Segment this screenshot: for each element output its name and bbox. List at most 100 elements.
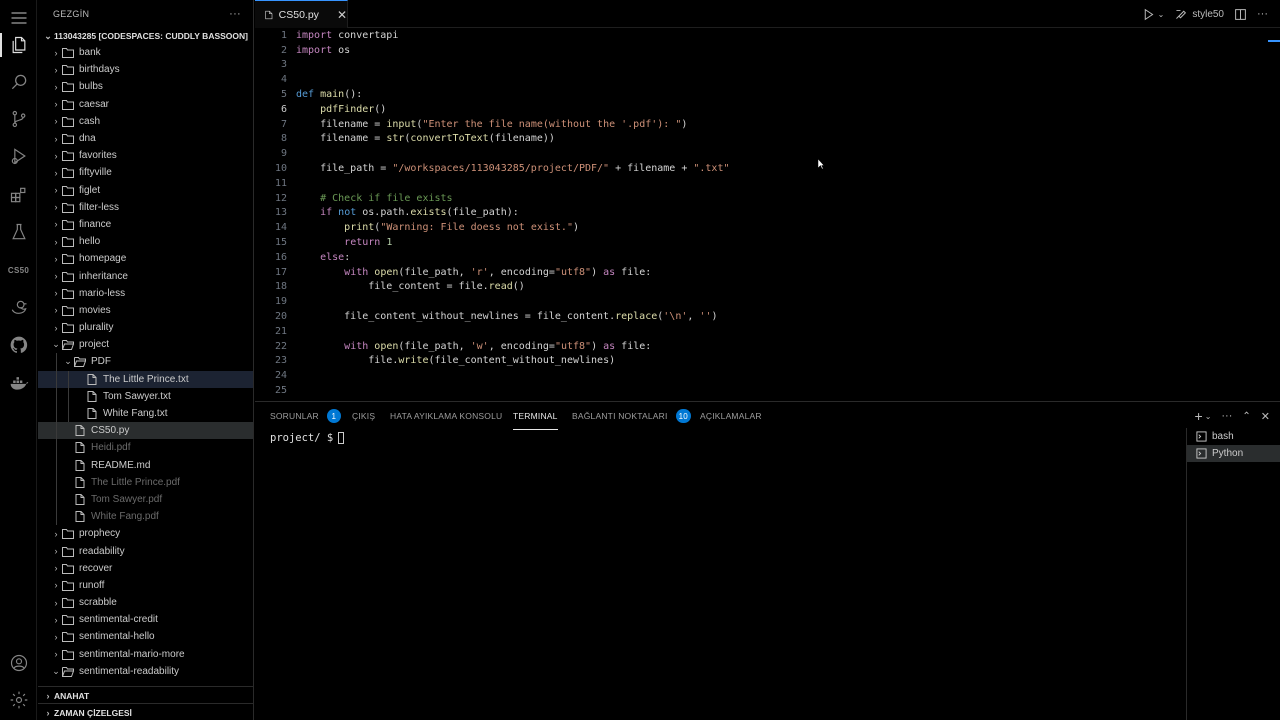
- folder-item[interactable]: › inheritance: [38, 267, 253, 284]
- code-text: pdfFinder(): [320, 103, 387, 115]
- chevron-right-icon: ›: [54, 236, 58, 247]
- folder-icon: [62, 185, 74, 196]
- github-icon[interactable]: [0, 327, 37, 363]
- chevron-down-icon[interactable]: ⌄: [1158, 10, 1165, 19]
- folder-item[interactable]: › recover: [38, 560, 253, 577]
- code-line: 21: [255, 324, 1255, 339]
- folder-item[interactable]: › plurality: [38, 319, 253, 336]
- folder-item[interactable]: › sentimental-credit: [38, 611, 253, 628]
- file-item[interactable]: CS50.py: [38, 422, 253, 440]
- line-number: 3: [280, 59, 287, 71]
- folder-item[interactable]: › figlet: [38, 182, 253, 199]
- workspace-header[interactable]: ⌄ 113043285 [CODESPACES: CUDDLY BASSOON]: [38, 28, 253, 44]
- line-number: 14: [274, 222, 287, 234]
- folder-item[interactable]: › filter-less: [38, 199, 253, 216]
- folder-item[interactable]: › mario-less: [38, 285, 253, 302]
- folder-icon: [62, 288, 74, 299]
- settings-icon[interactable]: [0, 682, 37, 718]
- outline-header[interactable]: › ANAHAT: [38, 687, 253, 704]
- tab-terminal[interactable]: TERMINAL: [513, 402, 558, 430]
- chevron-down-icon[interactable]: ⌄: [1205, 412, 1212, 421]
- indent-guide: [56, 370, 57, 388]
- chevron-right-icon: ›: [54, 99, 58, 110]
- run-icon[interactable]: [1142, 8, 1155, 21]
- tab-problems[interactable]: SORUNLAR 1: [270, 402, 341, 430]
- code-editor[interactable]: 1 import convertapi 2 import os 3 4 5 def main(…: [255, 28, 1280, 400]
- explorer-icon[interactable]: [0, 27, 37, 63]
- folder-item[interactable]: › prophecy: [38, 525, 253, 542]
- new-terminal-icon[interactable]: +: [1195, 408, 1203, 424]
- cs50-icon[interactable]: CS50: [0, 252, 37, 288]
- folder-item[interactable]: › caesar: [38, 96, 253, 113]
- folder-item[interactable]: › birthdays: [38, 61, 253, 78]
- split-editor-icon[interactable]: [1234, 8, 1247, 21]
- line-number: 22: [274, 340, 287, 352]
- close-panel-icon[interactable]: ✕: [1261, 410, 1270, 423]
- line-number: 12: [274, 192, 287, 204]
- folder-item[interactable]: › fiftyville: [38, 164, 253, 181]
- file-item[interactable]: README.md: [38, 456, 253, 474]
- chevron-right-icon: ›: [54, 322, 58, 333]
- folder-item[interactable]: › readability: [38, 542, 253, 559]
- folder-item[interactable]: › bulbs: [38, 78, 253, 95]
- file-item[interactable]: Tom Sawyer.txt: [38, 387, 253, 405]
- folder-item[interactable]: › cash: [38, 113, 253, 130]
- run-debug-icon[interactable]: [0, 138, 37, 174]
- tab-comments[interactable]: AÇIKLAMALAR: [700, 402, 762, 430]
- folder-item[interactable]: › scrabble: [38, 594, 253, 611]
- source-control-icon[interactable]: [0, 101, 37, 137]
- tab-ports[interactable]: BAĞLANTI NOKTALARI 10: [572, 402, 691, 430]
- file-item[interactable]: The Little Prince.txt: [38, 370, 253, 388]
- indent-guide: [68, 370, 69, 388]
- timeline-section[interactable]: › ZAMAN ÇİZELGESİ: [38, 703, 253, 720]
- tree-item-label: White Fang.pdf: [91, 511, 159, 523]
- folder-item[interactable]: › sentimental-hello: [38, 628, 253, 645]
- folder-item[interactable]: › finance: [38, 216, 253, 233]
- close-icon[interactable]: ✕: [337, 8, 347, 22]
- folder-item[interactable]: › sentimental-mario-more: [38, 646, 253, 663]
- folder-item[interactable]: › homepage: [38, 250, 253, 267]
- indent-guide: [56, 404, 57, 423]
- style50-icon[interactable]: [1174, 8, 1187, 21]
- style50-button[interactable]: style50: [1192, 9, 1224, 20]
- terminal-icon: [1196, 448, 1207, 459]
- more-actions-icon[interactable]: ···: [1221, 410, 1232, 422]
- terminal-output[interactable]: project/ $: [270, 432, 345, 444]
- folder-item[interactable]: ⌄ sentimental-readability: [38, 663, 253, 680]
- terminal-item-bash[interactable]: bash: [1187, 428, 1280, 445]
- folder-item[interactable]: › movies: [38, 302, 253, 319]
- folder-item[interactable]: ⌄ project: [38, 336, 253, 353]
- outline-section[interactable]: › ANAHAT: [38, 686, 253, 704]
- file-item[interactable]: White Fang.pdf: [38, 508, 253, 526]
- tab-ports-label: BAĞLANTI NOKTALARI: [572, 411, 668, 421]
- account-icon[interactable]: [0, 645, 37, 681]
- search-icon[interactable]: [0, 64, 37, 100]
- terminal-item-python[interactable]: Python: [1187, 445, 1280, 462]
- testing-icon[interactable]: [0, 214, 37, 250]
- duck-icon[interactable]: [0, 290, 37, 326]
- more-actions-icon[interactable]: ···: [229, 8, 241, 20]
- terminal-item-label: bash: [1212, 431, 1234, 442]
- tab-output[interactable]: ÇIKIŞ: [352, 402, 375, 430]
- folder-item[interactable]: › runoff: [38, 577, 253, 594]
- tab-debug-console[interactable]: HATA AYIKLAMA KONSOLU: [390, 402, 502, 430]
- file-item[interactable]: Heidi.pdf: [38, 439, 253, 457]
- code-line: 15 return 1: [255, 235, 1255, 250]
- tab-cs50-py[interactable]: CS50.py ✕: [255, 0, 348, 28]
- folder-item[interactable]: › dna: [38, 130, 253, 147]
- file-item[interactable]: Tom Sawyer.pdf: [38, 490, 253, 509]
- folder-item[interactable]: › favorites: [38, 147, 253, 164]
- folder-item[interactable]: ⌄ PDF: [38, 353, 253, 371]
- more-actions-icon[interactable]: ···: [1257, 8, 1268, 20]
- maximize-panel-icon[interactable]: ⌃: [1242, 411, 1250, 422]
- line-number: 13: [274, 207, 287, 219]
- timeline-header[interactable]: › ZAMAN ÇİZELGESİ: [38, 704, 253, 720]
- file-item[interactable]: White Fang.txt: [38, 404, 253, 423]
- tree-item-label: The Little Prince.txt: [103, 373, 189, 385]
- folder-item[interactable]: › bank: [38, 44, 253, 61]
- extensions-icon[interactable]: [0, 177, 37, 213]
- terminal-icon: [1196, 431, 1207, 442]
- folder-item[interactable]: › hello: [38, 233, 253, 250]
- docker-icon[interactable]: [0, 365, 37, 401]
- file-item[interactable]: The Little Prince.pdf: [38, 473, 253, 491]
